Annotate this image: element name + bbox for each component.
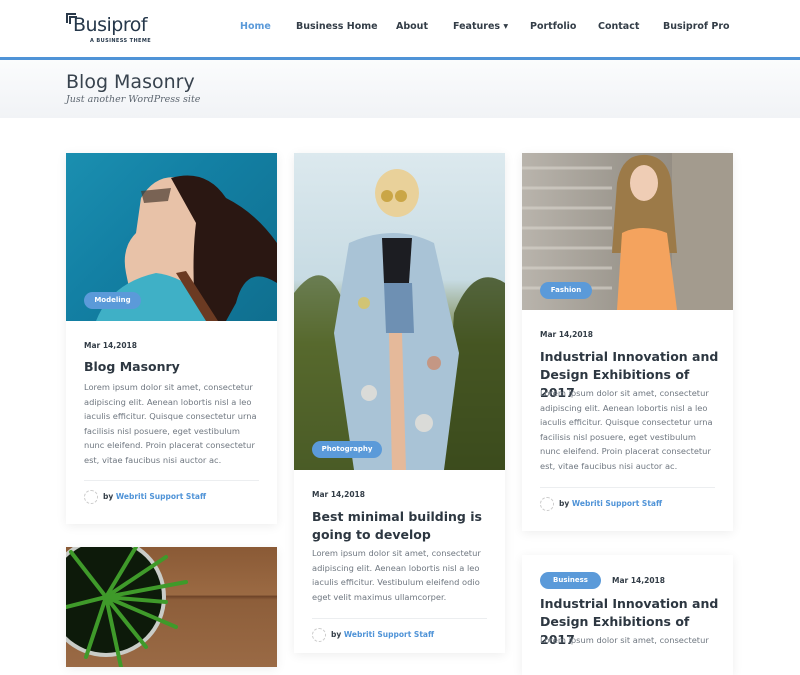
post-image[interactable] <box>66 547 277 667</box>
post-image[interactable]: Fashion <box>522 153 733 310</box>
card-divider <box>312 618 487 619</box>
post-excerpt: Lorem ipsum dolor sit amet, consectetur <box>540 635 709 645</box>
author-prefix: by <box>331 630 342 639</box>
post-excerpt: Lorem ipsum dolor sit amet, consectetur … <box>540 388 713 471</box>
author-prefix: by <box>559 499 570 508</box>
post-date: Mar 14,2018 <box>612 576 665 585</box>
nav-business-home[interactable]: Business Home <box>296 21 378 32</box>
post-title[interactable]: Blog Masonry <box>84 358 264 376</box>
post-image[interactable]: Photography <box>294 153 505 470</box>
post-date: Mar 14,2018 <box>540 330 593 339</box>
post-card: Modeling Mar 14,2018 Blog Masonry Lorem … <box>66 153 277 524</box>
nav-busiprof-pro[interactable]: Busiprof Pro <box>663 21 730 32</box>
nav-contact[interactable]: Contact <box>598 21 639 32</box>
author-prefix: by <box>103 492 114 501</box>
post-card: Photography Mar 14,2018 Best minimal bui… <box>294 153 505 653</box>
post-title[interactable]: Best minimal building is going to develo… <box>312 508 492 544</box>
author-link[interactable]: Webriti Support Staff <box>116 492 206 501</box>
category-badge[interactable]: Business <box>540 572 601 589</box>
plant-on-wood-image <box>66 547 188 667</box>
post-card <box>66 547 277 667</box>
nav-about[interactable]: About <box>396 21 428 32</box>
category-badge[interactable]: Photography <box>312 441 382 458</box>
category-badge[interactable]: Modeling <box>84 292 141 309</box>
page-banner: Blog Masonry Just another WordPress site <box>0 60 800 118</box>
author-avatar <box>540 497 554 511</box>
post-date: Mar 14,2018 <box>312 490 365 499</box>
post-card: Business Mar 14,2018 Industrial Innovati… <box>522 555 733 675</box>
nav-portfolio[interactable]: Portfolio <box>530 21 576 32</box>
post-image[interactable]: Modeling <box>66 153 277 321</box>
author-link[interactable]: Webriti Support Staff <box>344 630 434 639</box>
site-header: Busiprof A BUSINESS THEME Home Business … <box>0 0 800 57</box>
logo-tagline: A BUSINESS THEME <box>90 38 152 44</box>
site-logo[interactable]: Busiprof A BUSINESS THEME <box>66 13 156 47</box>
site-tagline: Just another WordPress site <box>66 94 201 105</box>
nav-home[interactable]: Home <box>240 21 271 32</box>
post-excerpt: Lorem ipsum dolor sit amet, consectetur … <box>312 548 481 602</box>
post-author: by Webriti Support Staff <box>540 497 662 513</box>
author-avatar <box>84 490 98 504</box>
post-date: Mar 14,2018 <box>84 341 137 350</box>
author-link[interactable]: Webriti Support Staff <box>572 499 662 508</box>
category-badge[interactable]: Fashion <box>540 282 592 299</box>
woman-kimono-image <box>294 169 505 470</box>
card-divider <box>84 480 259 481</box>
nav-features[interactable]: Features ▾ <box>453 21 508 32</box>
page-title: Blog Masonry <box>66 71 195 93</box>
card-divider <box>540 487 715 488</box>
post-author: by Webriti Support Staff <box>84 490 206 506</box>
post-card: Fashion Mar 14,2018 Industrial Innovatio… <box>522 153 733 531</box>
post-excerpt: Lorem ipsum dolor sit amet, consectetur … <box>84 382 257 465</box>
post-author: by Webriti Support Staff <box>312 628 434 644</box>
logo-text: Busiprof <box>73 14 148 36</box>
